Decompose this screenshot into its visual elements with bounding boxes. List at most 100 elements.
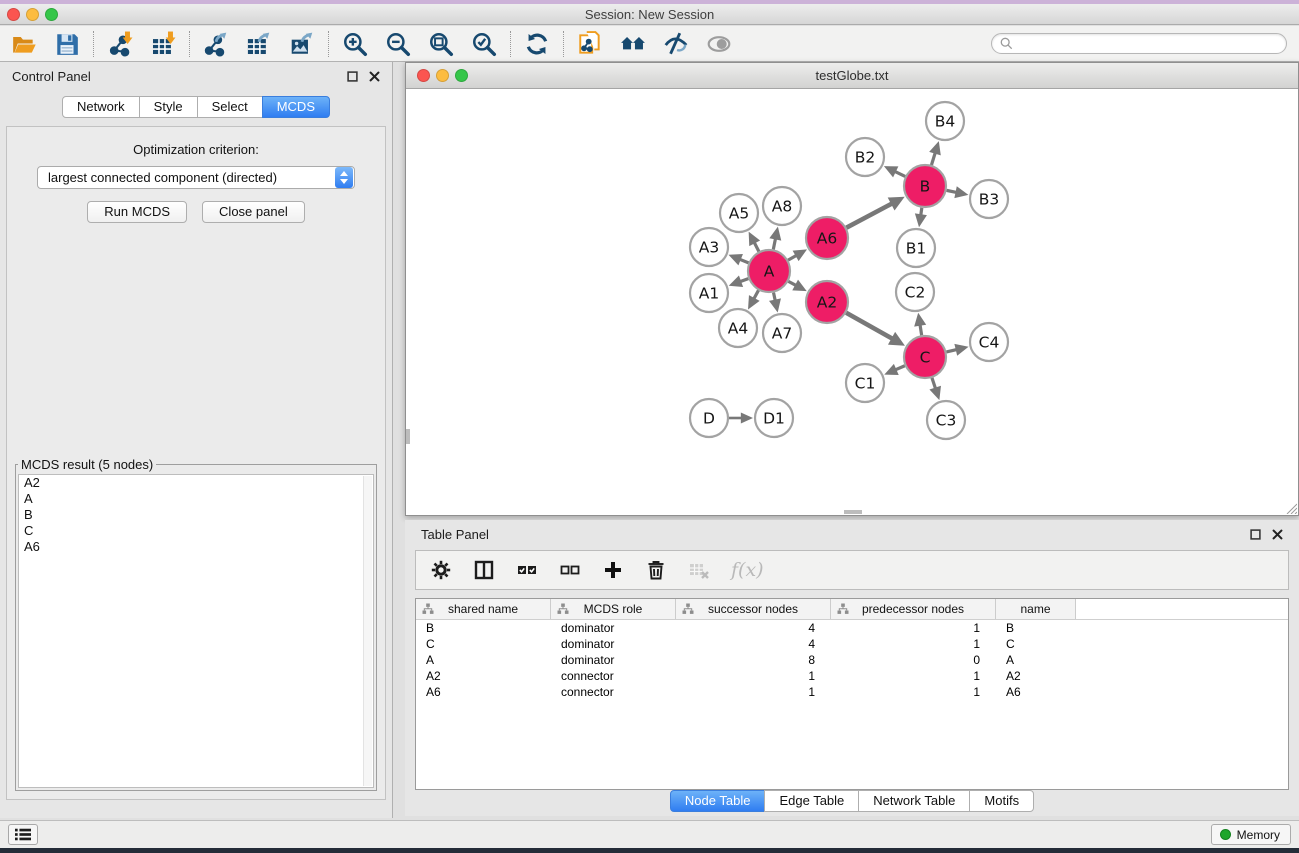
graph-edge-A-A6[interactable] xyxy=(788,249,807,261)
column-header-name[interactable]: name xyxy=(996,599,1076,619)
cell-MCDS-role[interactable]: connector xyxy=(551,669,676,683)
column-header-shared-name[interactable]: shared name xyxy=(416,599,551,619)
mcds-result-item[interactable]: A xyxy=(19,491,373,507)
graph-node-A7[interactable]: A7 xyxy=(763,314,801,352)
tab-motifs[interactable]: Motifs xyxy=(969,790,1034,812)
search-box[interactable] xyxy=(991,33,1287,54)
graph-edge-B-B4[interactable] xyxy=(929,141,941,165)
graph-node-A1[interactable]: A1 xyxy=(690,274,728,312)
export-table-icon[interactable] xyxy=(245,30,273,58)
graph-edge-B-B2[interactable] xyxy=(884,166,905,177)
float-panel-icon[interactable] xyxy=(347,71,358,82)
cell-shared-name[interactable]: A xyxy=(416,653,551,667)
cell-MCDS-role[interactable]: dominator xyxy=(551,637,676,651)
show-panels-button[interactable] xyxy=(8,824,38,845)
cell-name[interactable]: C xyxy=(996,637,1076,651)
node-table[interactable]: shared name MCDS role successor nodes pr… xyxy=(415,598,1289,790)
graph-edge-B-B3[interactable] xyxy=(947,186,969,198)
cell-shared-name[interactable]: C xyxy=(416,637,551,651)
cell-shared-name[interactable]: B xyxy=(416,621,551,635)
canvas-horizontal-scrollbar[interactable] xyxy=(844,510,862,514)
cell-successor-nodes[interactable]: 8 xyxy=(676,653,831,667)
mcds-result-list[interactable]: A2ABCA6 xyxy=(18,474,374,788)
network-canvas[interactable]: B4B2BB3A8A5A6A3B1AA1C2A2A4A7C4CC1C3DD1 xyxy=(406,90,1298,515)
show-hide-panel-icon[interactable] xyxy=(662,30,690,58)
zoom-in-icon[interactable] xyxy=(341,30,369,58)
graph-edge-A2-C[interactable] xyxy=(846,313,905,346)
tab-select[interactable]: Select xyxy=(197,96,263,118)
export-image-icon[interactable] xyxy=(288,30,316,58)
export-network-icon[interactable] xyxy=(202,30,230,58)
graph-edge-C-C2[interactable] xyxy=(914,313,926,336)
graph-edge-A-A7[interactable] xyxy=(769,293,781,313)
cell-shared-name[interactable]: A2 xyxy=(416,669,551,683)
graph-node-B1[interactable]: B1 xyxy=(897,229,935,267)
save-session-icon[interactable] xyxy=(53,30,81,58)
cell-predecessor-nodes[interactable]: 1 xyxy=(831,637,996,651)
table-row[interactable]: A6connector11A6 xyxy=(416,684,1288,700)
tab-edge-table[interactable]: Edge Table xyxy=(764,790,859,812)
cell-name[interactable]: A xyxy=(996,653,1076,667)
graph-node-C[interactable]: C xyxy=(904,336,946,378)
deselect-all-columns-icon[interactable] xyxy=(559,559,581,581)
cell-predecessor-nodes[interactable]: 1 xyxy=(831,669,996,683)
graph-node-C4[interactable]: C4 xyxy=(970,323,1008,361)
cell-predecessor-nodes[interactable]: 0 xyxy=(831,653,996,667)
cell-predecessor-nodes[interactable]: 1 xyxy=(831,685,996,699)
graph-edge-C-C1[interactable] xyxy=(884,364,905,375)
graph-edge-C-C3[interactable] xyxy=(929,378,941,400)
graph-node-B3[interactable]: B3 xyxy=(970,180,1008,218)
graph-node-C1[interactable]: C1 xyxy=(846,364,884,402)
network-from-selection-icon[interactable] xyxy=(576,30,604,58)
column-header-predecessor-nodes[interactable]: predecessor nodes xyxy=(831,599,996,619)
graph-node-C3[interactable]: C3 xyxy=(927,401,965,439)
graph-edge-A-A3[interactable] xyxy=(728,254,748,265)
tab-node-table[interactable]: Node Table xyxy=(670,790,766,812)
graph-edge-A-A5[interactable] xyxy=(749,232,760,252)
float-table-panel-icon[interactable] xyxy=(1250,529,1261,540)
canvas-vertical-scrollbar[interactable] xyxy=(406,429,410,444)
cell-successor-nodes[interactable]: 1 xyxy=(676,685,831,699)
column-header-successor-nodes[interactable]: successor nodes xyxy=(676,599,831,619)
tab-mcds[interactable]: MCDS xyxy=(262,96,330,118)
refresh-layout-icon[interactable] xyxy=(523,30,551,58)
table-row[interactable]: Bdominator41B xyxy=(416,620,1288,636)
first-neighbors-home-icon[interactable] xyxy=(619,30,647,58)
import-network-icon[interactable] xyxy=(106,30,134,58)
tab-style[interactable]: Style xyxy=(139,96,198,118)
graph-node-A3[interactable]: A3 xyxy=(690,228,728,266)
app-titlebar[interactable]: Session: New Session xyxy=(0,4,1299,25)
graph-edge-A-A4[interactable] xyxy=(748,290,760,309)
function-builder-button[interactable]: f(x) xyxy=(731,559,764,581)
cell-shared-name[interactable]: A6 xyxy=(416,685,551,699)
graph-node-B4[interactable]: B4 xyxy=(926,102,964,140)
zoom-fit-icon[interactable] xyxy=(427,30,455,58)
delete-column-icon[interactable] xyxy=(645,559,667,581)
mcds-result-item[interactable]: A6 xyxy=(19,539,373,555)
cell-name[interactable]: B xyxy=(996,621,1076,635)
cell-predecessor-nodes[interactable]: 1 xyxy=(831,621,996,635)
graph-node-B2[interactable]: B2 xyxy=(846,138,884,176)
criterion-dropdown[interactable]: largest connected component (directed) xyxy=(37,166,355,189)
graph-node-C2[interactable]: C2 xyxy=(896,273,934,311)
cell-MCDS-role[interactable]: connector xyxy=(551,685,676,699)
graph-node-A6[interactable]: A6 xyxy=(806,217,848,259)
graph-edge-D-D1[interactable] xyxy=(729,412,753,423)
graph-node-B[interactable]: B xyxy=(904,165,946,207)
close-panel-icon[interactable] xyxy=(369,71,380,82)
graph-node-A8[interactable]: A8 xyxy=(763,187,801,225)
cell-successor-nodes[interactable]: 1 xyxy=(676,669,831,683)
network-window-titlebar[interactable]: testGlobe.txt xyxy=(406,63,1298,89)
graph-node-A5[interactable]: A5 xyxy=(720,194,758,232)
close-table-panel-icon[interactable] xyxy=(1272,529,1283,540)
import-table-icon[interactable] xyxy=(149,30,177,58)
tab-network[interactable]: Network xyxy=(62,96,140,118)
cell-name[interactable]: A6 xyxy=(996,685,1076,699)
graph-edge-A6-B[interactable] xyxy=(846,197,904,228)
table-row[interactable]: Cdominator41C xyxy=(416,636,1288,652)
table-row[interactable]: Adominator80A xyxy=(416,652,1288,668)
cell-name[interactable]: A2 xyxy=(996,669,1076,683)
graph-edge-A-A2[interactable] xyxy=(788,280,806,292)
select-all-columns-icon[interactable] xyxy=(516,559,538,581)
add-column-icon[interactable] xyxy=(602,559,624,581)
